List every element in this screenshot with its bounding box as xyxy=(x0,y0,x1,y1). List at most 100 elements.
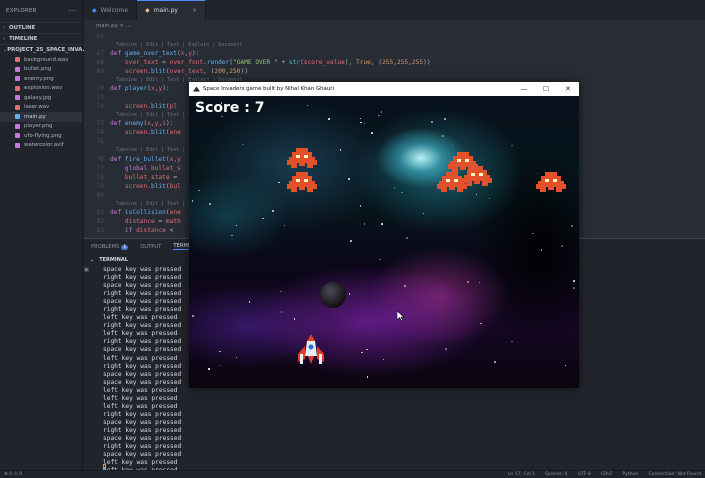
game-window-titlebar[interactable]: Space Invaders game built by Nihal Khan … xyxy=(189,82,579,96)
enemy-icon xyxy=(287,172,317,192)
file-item[interactable]: enemy.png xyxy=(0,74,82,84)
file-name: background.wav xyxy=(24,56,69,63)
file-item[interactable]: ufo-flying.png xyxy=(0,131,82,141)
close-icon[interactable]: × xyxy=(192,7,197,14)
score-label: Score : 7 xyxy=(195,100,265,116)
line-number: 74 xyxy=(96,129,104,136)
star xyxy=(380,111,383,113)
line-number: 80 xyxy=(96,192,104,199)
star xyxy=(363,122,366,124)
star xyxy=(339,149,342,151)
star xyxy=(361,351,363,354)
star xyxy=(360,121,362,124)
star xyxy=(381,223,383,225)
file-item[interactable]: bullet.png xyxy=(0,65,82,75)
enemy-icon xyxy=(287,148,317,168)
image-file-icon xyxy=(15,66,20,72)
timeline-label: TIMELINE xyxy=(9,36,38,42)
code-line: 67 def game_over_text(x,y): xyxy=(84,49,200,58)
code-line: 68 over_text = over_font.render("GAME OV… xyxy=(84,58,431,67)
star xyxy=(478,281,481,284)
star xyxy=(404,285,406,287)
star xyxy=(209,203,211,205)
file-item[interactable]: player.png xyxy=(0,122,82,132)
line-number: 69 xyxy=(96,68,104,75)
star xyxy=(348,178,350,180)
terminal-side-icons: ▣ xyxy=(84,267,94,273)
file-item-active[interactable]: main.py xyxy=(0,112,82,122)
chevron-down-icon: ⌄ xyxy=(90,257,95,263)
tab-problems[interactable]: PROBLEMS 1 xyxy=(91,243,129,250)
tab-main-py[interactable]: ◆ main.py × xyxy=(137,0,206,20)
file-item[interactable]: explosion.wav xyxy=(0,84,82,94)
close-button[interactable]: ✕ xyxy=(557,85,579,93)
line-number: 68 xyxy=(96,59,104,66)
outline-section[interactable]: › OUTLINE xyxy=(0,22,82,33)
file-item[interactable]: galaxy.jpg xyxy=(0,93,82,103)
code-line: 66 xyxy=(84,32,110,41)
line-number: 81 xyxy=(96,209,104,216)
star xyxy=(442,135,444,137)
timeline-section[interactable]: › TIMELINE xyxy=(0,33,82,44)
more-actions-icon[interactable]: ··· xyxy=(68,7,76,15)
code-line: 78 bullet_state = xyxy=(84,173,178,182)
star xyxy=(573,280,575,282)
terminal-line: space key was pressed xyxy=(103,434,182,442)
image-file-icon xyxy=(15,133,20,139)
star xyxy=(350,240,352,242)
file-name: ufo-flying.png xyxy=(24,132,62,139)
audio-file-icon xyxy=(15,85,20,91)
game-canvas[interactable]: Score : 7 xyxy=(189,96,579,388)
breadcrumb[interactable]: main.py > ... xyxy=(84,20,705,31)
file-name: explosion.wav xyxy=(24,85,63,92)
star xyxy=(393,187,396,189)
maximize-button[interactable]: ☐ xyxy=(535,85,557,93)
star xyxy=(467,281,469,283)
file-item[interactable]: laser.wav xyxy=(0,103,82,113)
tab-output[interactable]: OUTPUT xyxy=(140,244,161,250)
star xyxy=(406,237,408,239)
language-mode[interactable]: Python xyxy=(623,472,639,477)
star xyxy=(475,193,478,196)
encoding[interactable]: UTF-8 xyxy=(578,472,591,477)
star xyxy=(422,212,425,214)
planet xyxy=(320,282,346,308)
file-item[interactable]: watercolor.avif xyxy=(0,141,82,151)
code-line: 76 def fire_bullet(x,y xyxy=(84,155,181,164)
star xyxy=(262,217,264,220)
star xyxy=(328,118,330,120)
star xyxy=(359,205,362,207)
status-bar: ⊗ 0 ⚠ 0 Ln 17, Col 1 Spaces: 4 UTF-8 CRL… xyxy=(0,470,705,478)
star xyxy=(431,121,433,123)
indentation[interactable]: Spaces: 4 xyxy=(545,472,567,477)
line-ending[interactable]: CRLF xyxy=(601,472,613,477)
star xyxy=(444,118,446,120)
file-item[interactable]: background.wav xyxy=(0,55,82,65)
code-line: 72 screen.blit(pl xyxy=(84,102,178,111)
terminal-line: left key was pressed xyxy=(103,459,178,467)
line-number: 79 xyxy=(96,183,104,190)
star xyxy=(573,287,575,289)
code-line: 75 xyxy=(84,137,110,146)
project-section[interactable]: ⌄ PROJECT_25_SPACE_INVA... xyxy=(0,44,89,55)
image-file-icon xyxy=(15,123,20,129)
code-line: 69 screen.blit(over_text, (200,250)) xyxy=(84,67,248,76)
terminal-icon[interactable]: ▣ xyxy=(84,267,94,273)
star xyxy=(208,368,210,370)
line-number: 78 xyxy=(96,174,104,181)
star xyxy=(219,364,222,367)
star xyxy=(242,143,244,146)
tab-label: main.py xyxy=(153,7,178,14)
star xyxy=(532,232,534,234)
connection-status[interactable]: Connection: Not Found xyxy=(648,472,701,477)
line-number: 66 xyxy=(96,33,104,40)
terminal-line: right key was pressed xyxy=(103,443,182,451)
minimize-button[interactable]: — xyxy=(513,85,535,93)
file-name: enemy.png xyxy=(24,75,54,82)
line-number: 76 xyxy=(96,156,104,163)
tab-welcome[interactable]: ◆ Welcome xyxy=(84,0,138,20)
cursor-position[interactable]: Ln 17, Col 1 xyxy=(508,472,535,477)
star xyxy=(366,376,369,378)
tab-label: PROBLEMS xyxy=(91,243,120,250)
problems-status[interactable]: ⊗ 0 ⚠ 0 xyxy=(4,472,22,477)
